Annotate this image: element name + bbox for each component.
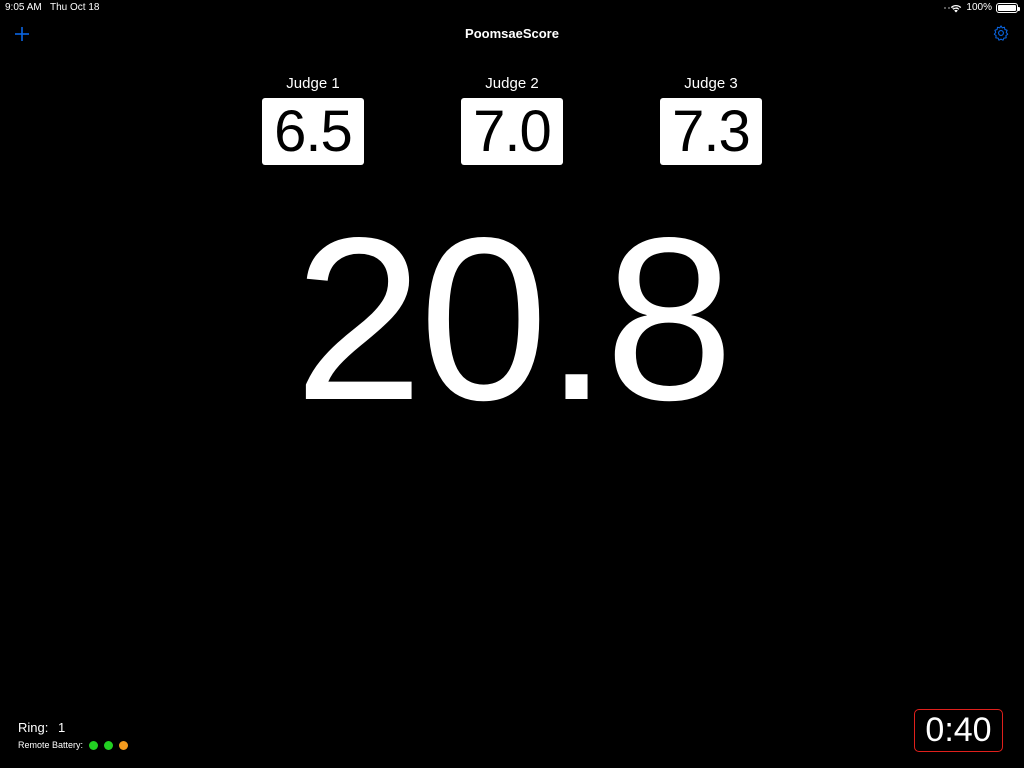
remote-battery-label: Remote Battery:: [18, 740, 84, 750]
battery-icon: [996, 3, 1020, 13]
wifi-icon: [951, 5, 962, 13]
battery-percent: 100%: [966, 2, 992, 13]
ring-value: 1: [57, 720, 66, 735]
settings-button[interactable]: [992, 24, 1010, 42]
ring-label: Ring:: [18, 720, 49, 735]
status-right: 100%: [950, 0, 1020, 16]
status-bar: 9:05 AM Thu Oct 18 100%: [0, 0, 1024, 16]
app-title: PoomsaeScore: [465, 26, 559, 41]
remote-battery-indicator-2: [104, 740, 114, 750]
battery-fill: [998, 5, 1016, 11]
remote-battery-row: Remote Battery:: [18, 740, 129, 750]
judge-2-card: Judge 2 7.0: [461, 75, 563, 165]
judge-1-label: Judge 1: [286, 75, 340, 92]
status-time: 9:05 AM: [5, 2, 42, 13]
judge-3-card: Judge 3 7.3: [660, 75, 762, 165]
scoreboard-screen: 9:05 AM Thu Oct 18 100% PoomsaeScore Jud…: [0, 0, 1024, 768]
judge-2-score: 7.0: [461, 98, 563, 165]
judge-1-score: 6.5: [262, 98, 364, 165]
total-score: 20.8: [294, 190, 734, 449]
timer[interactable]: 0:40: [914, 709, 1003, 752]
ring-info: Ring: 1: [18, 720, 65, 735]
judge-1-card: Judge 1 6.5: [262, 75, 364, 165]
judge-3-label: Judge 3: [684, 75, 738, 92]
judge-2-label: Judge 2: [485, 75, 539, 92]
remote-battery-indicator-3: [119, 740, 129, 750]
remote-battery-indicator-1: [89, 740, 99, 750]
judge-3-score: 7.3: [660, 98, 762, 165]
status-date: Thu Oct 18: [50, 2, 100, 13]
gear-icon: [993, 25, 1009, 41]
